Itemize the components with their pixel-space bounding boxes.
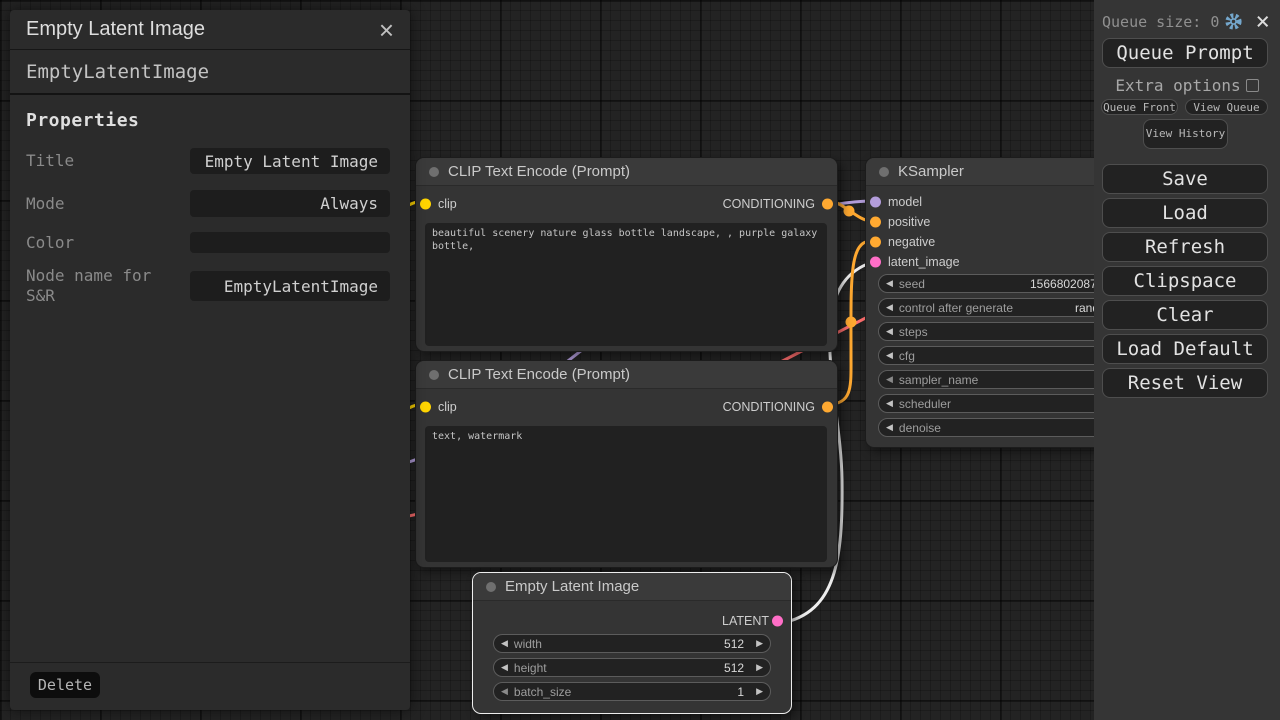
negative-input-label: negative	[888, 235, 935, 249]
node-properties-dialog: Empty Latent Image × EmptyLatentImage Pr…	[10, 10, 410, 710]
decrement-arrow-icon[interactable]: ◀	[501, 687, 508, 696]
load-default-button[interactable]: Load Default	[1102, 334, 1268, 364]
link-midpoint-dot[interactable]	[846, 317, 857, 328]
delete-button[interactable]: Delete	[30, 672, 100, 698]
model-input-label: model	[888, 195, 922, 209]
conditioning-output-port[interactable]	[822, 199, 833, 210]
decrement-arrow-icon[interactable]: ◀	[886, 279, 893, 288]
dialog-title: Empty Latent Image	[26, 18, 205, 41]
positive-input-port[interactable]	[870, 217, 881, 228]
decrement-arrow-icon[interactable]: ◀	[501, 663, 508, 672]
queue-size-label: Queue size: 0	[1102, 13, 1219, 31]
empty-latent-image-node[interactable]: Empty Latent Image LATENT ◀ width 512 ▶ …	[472, 572, 792, 714]
increment-arrow-icon[interactable]: ▶	[756, 663, 763, 672]
color-property-field[interactable]	[190, 232, 390, 253]
clip-input-port[interactable]	[420, 402, 431, 413]
positive-prompt-textarea[interactable]: beautiful scenery nature glass bottle la…	[425, 223, 827, 346]
latent-output-port[interactable]	[772, 616, 783, 627]
conditioning-output-label: CONDITIONING	[723, 400, 815, 414]
latent-image-input-port[interactable]	[870, 257, 881, 268]
clipspace-button[interactable]: Clipspace	[1102, 266, 1268, 296]
decrement-arrow-icon[interactable]: ◀	[886, 327, 893, 336]
clear-button[interactable]: Clear	[1102, 300, 1268, 330]
reset-view-button[interactable]: Reset View	[1102, 368, 1268, 398]
latent-image-input-label: latent_image	[888, 255, 960, 269]
node-title: CLIP Text Encode (Prompt)	[448, 366, 630, 383]
properties-heading: Properties	[26, 110, 139, 131]
positive-input-label: positive	[888, 215, 930, 229]
clip-input-label: clip	[438, 197, 457, 211]
node-title-bar[interactable]: CLIP Text Encode (Prompt)	[416, 158, 837, 186]
latent-output-label: LATENT	[722, 614, 769, 628]
node-title: KSampler	[898, 163, 964, 180]
load-button[interactable]: Load	[1102, 198, 1268, 228]
collapse-dot-icon[interactable]	[486, 582, 496, 592]
extra-options-checkbox[interactable]	[1246, 79, 1259, 92]
collapse-dot-icon[interactable]	[879, 167, 889, 177]
decrement-arrow-icon[interactable]: ◀	[886, 303, 893, 312]
property-row: Title Empty Latent Image	[26, 148, 390, 174]
clip-input-port[interactable]	[420, 199, 431, 210]
decrement-arrow-icon[interactable]: ◀	[886, 375, 893, 384]
view-queue-button[interactable]: View Queue	[1185, 99, 1268, 115]
clip-input-label: clip	[438, 400, 457, 414]
collapse-dot-icon[interactable]	[429, 167, 439, 177]
increment-arrow-icon[interactable]: ▶	[756, 639, 763, 648]
divider	[10, 662, 410, 663]
comfyui-app: CLIP Text Encode (Prompt) clip CONDITION…	[0, 0, 1280, 720]
decrement-arrow-icon[interactable]: ◀	[886, 399, 893, 408]
mode-property-field[interactable]: Always	[190, 190, 390, 217]
node-title: Empty Latent Image	[505, 578, 639, 595]
model-input-port[interactable]	[870, 197, 881, 208]
refresh-button[interactable]: Refresh	[1102, 232, 1268, 262]
save-button[interactable]: Save	[1102, 164, 1268, 194]
close-icon[interactable]: ×	[379, 17, 394, 43]
decrement-arrow-icon[interactable]: ◀	[886, 423, 893, 432]
queue-front-button[interactable]: Queue Front	[1101, 99, 1178, 115]
node-name-property-label: Node name for S&R	[26, 266, 176, 306]
conditioning-output-port[interactable]	[822, 402, 833, 413]
decrement-arrow-icon[interactable]: ◀	[886, 351, 893, 360]
settings-gear-icon[interactable]	[1224, 12, 1243, 31]
node-name-property-field[interactable]: EmptyLatentImage	[190, 271, 390, 301]
negative-input-port[interactable]	[870, 237, 881, 248]
decrement-arrow-icon[interactable]: ◀	[501, 639, 508, 648]
width-widget[interactable]: ◀ width 512 ▶	[493, 634, 771, 653]
collapse-dot-icon[interactable]	[429, 370, 439, 380]
dialog-title-bar: Empty Latent Image ×	[10, 10, 410, 50]
close-icon[interactable]: ×	[1256, 12, 1270, 31]
extra-options-label: Extra options	[1115, 76, 1240, 95]
increment-arrow-icon[interactable]: ▶	[756, 687, 763, 696]
title-property-field[interactable]: Empty Latent Image	[190, 148, 390, 174]
node-title: CLIP Text Encode (Prompt)	[448, 163, 630, 180]
clip-text-encode-positive-node[interactable]: CLIP Text Encode (Prompt) clip CONDITION…	[415, 157, 838, 352]
node-title-bar[interactable]: CLIP Text Encode (Prompt)	[416, 361, 837, 389]
comfy-menu-panel: Queue size: 0 × Queue Prompt Extra optio…	[1094, 0, 1280, 720]
queue-prompt-button[interactable]: Queue Prompt	[1102, 38, 1268, 68]
color-property-label: Color	[26, 233, 176, 253]
link-midpoint-dot[interactable]	[844, 206, 855, 217]
height-widget[interactable]: ◀ height 512 ▶	[493, 658, 771, 677]
conditioning-output-label: CONDITIONING	[723, 197, 815, 211]
node-class-name: EmptyLatentImage	[10, 50, 410, 95]
mode-property-label: Mode	[26, 194, 176, 214]
property-row: Color	[26, 232, 390, 253]
title-property-label: Title	[26, 151, 176, 171]
property-row: Node name for S&R EmptyLatentImage	[26, 266, 390, 306]
batch-size-widget[interactable]: ◀ batch_size 1 ▶	[493, 682, 771, 701]
view-history-button[interactable]: View History	[1143, 119, 1228, 149]
negative-prompt-textarea[interactable]: text, watermark	[425, 426, 827, 562]
node-title-bar[interactable]: Empty Latent Image	[473, 573, 791, 601]
clip-text-encode-negative-node[interactable]: CLIP Text Encode (Prompt) clip CONDITION…	[415, 360, 838, 568]
property-row: Mode Always	[26, 190, 390, 217]
